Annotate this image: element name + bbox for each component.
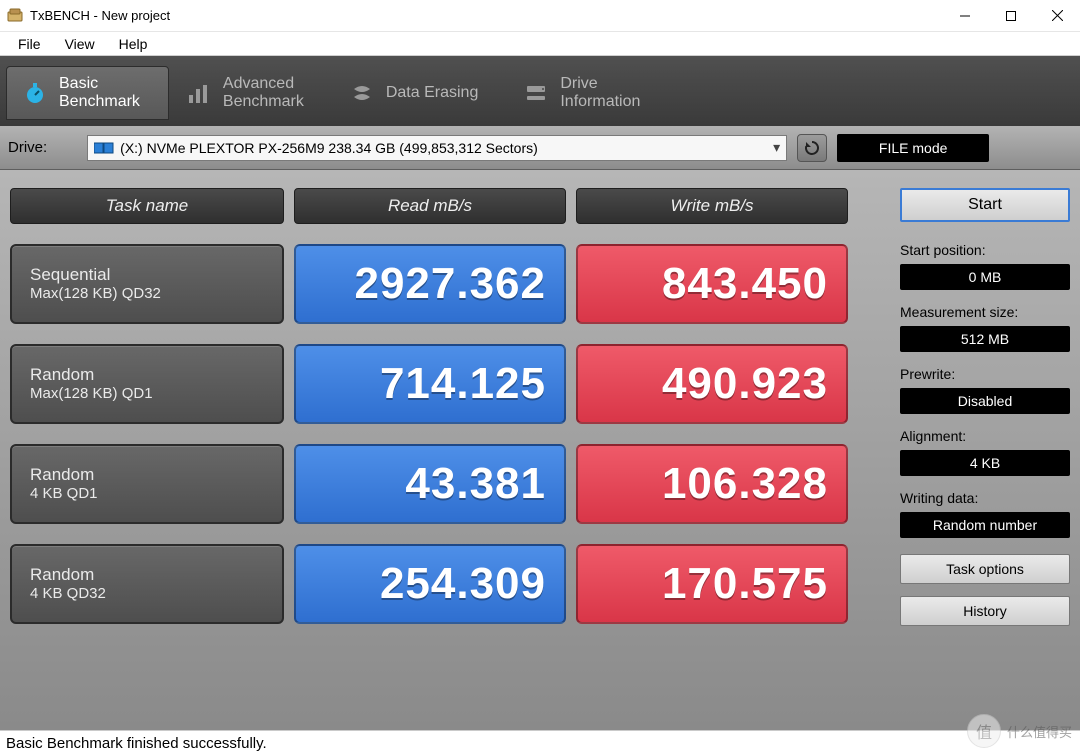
- header-task: Task name: [10, 188, 284, 224]
- watermark-text: 什么值得买: [1007, 722, 1072, 741]
- task-button-random-4kb-qd32[interactable]: Random 4 KB QD32: [10, 544, 284, 624]
- msize-label: Measurement size:: [900, 304, 1070, 320]
- erase-icon: [348, 79, 376, 107]
- tab-label: Data Erasing: [386, 84, 479, 102]
- msize-value[interactable]: 512 MB: [900, 326, 1070, 352]
- filemode-button[interactable]: FILE mode: [837, 134, 989, 162]
- result-row: Random Max(128 KB) QD1 714.125 490.923: [10, 344, 886, 424]
- drive-label: Drive:: [8, 139, 47, 156]
- write-value: 490.923: [576, 344, 848, 424]
- menu-view[interactable]: View: [53, 36, 107, 52]
- window-title: TxBENCH - New project: [30, 8, 942, 23]
- tab-basic-benchmark[interactable]: BasicBenchmark: [6, 66, 169, 120]
- history-button[interactable]: History: [900, 596, 1070, 626]
- watermark-icon: 值: [967, 714, 1001, 748]
- drive-icon: [522, 79, 550, 107]
- chevron-down-icon: ▾: [773, 139, 780, 156]
- menu-file[interactable]: File: [6, 36, 53, 52]
- header-read: Read mB/s: [294, 188, 566, 224]
- startpos-value[interactable]: 0 MB: [900, 264, 1070, 290]
- write-value: 106.328: [576, 444, 848, 524]
- task-line2: Max(128 KB) QD1: [30, 385, 264, 404]
- task-line1: Random: [30, 564, 264, 585]
- task-options-button[interactable]: Task options: [900, 554, 1070, 584]
- close-button[interactable]: [1034, 0, 1080, 31]
- read-value: 254.309: [294, 544, 566, 624]
- align-label: Alignment:: [900, 428, 1070, 444]
- wdata-value[interactable]: Random number: [900, 512, 1070, 538]
- task-line2: Max(128 KB) QD32: [30, 285, 264, 304]
- menu-help[interactable]: Help: [107, 36, 160, 52]
- write-value: 170.575: [576, 544, 848, 624]
- task-line1: Random: [30, 464, 264, 485]
- result-row: Random 4 KB QD32 254.309 170.575: [10, 544, 886, 624]
- tab-label: Advanced: [223, 75, 304, 93]
- window-buttons: [942, 0, 1080, 31]
- start-button[interactable]: Start: [900, 188, 1070, 222]
- write-value: 843.450: [576, 244, 848, 324]
- main-panel: Task name Read mB/s Write mB/s Sequentia…: [0, 170, 1080, 730]
- header-write: Write mB/s: [576, 188, 848, 224]
- task-button-random-128kb-qd1[interactable]: Random Max(128 KB) QD1: [10, 344, 284, 424]
- startpos-label: Start position:: [900, 242, 1070, 258]
- status-text: Basic Benchmark finished successfully.: [6, 735, 267, 752]
- minimize-button[interactable]: [942, 0, 988, 31]
- sidebar: Start Start position: 0 MB Measurement s…: [900, 188, 1070, 730]
- bars-icon: [185, 79, 213, 107]
- prewrite-value[interactable]: Disabled: [900, 388, 1070, 414]
- results-grid: Task name Read mB/s Write mB/s Sequentia…: [10, 188, 886, 730]
- task-line2: 4 KB QD32: [30, 585, 264, 604]
- task-line1: Random: [30, 364, 264, 385]
- align-value[interactable]: 4 KB: [900, 450, 1070, 476]
- tabstrip: BasicBenchmark AdvancedBenchmark Data Er…: [0, 56, 1080, 126]
- tab-label: Drive: [560, 75, 640, 93]
- tab-data-erasing[interactable]: Data Erasing: [334, 66, 507, 120]
- read-value: 2927.362: [294, 244, 566, 324]
- reload-button[interactable]: [797, 134, 827, 162]
- task-button-random-4kb-qd1[interactable]: Random 4 KB QD1: [10, 444, 284, 524]
- wdata-label: Writing data:: [900, 490, 1070, 506]
- status-bar: Basic Benchmark finished successfully.: [0, 730, 1080, 756]
- drive-bar: Drive: (X:) NVMe PLEXTOR PX-256M9 238.34…: [0, 126, 1080, 170]
- task-line1: Sequential: [30, 264, 264, 285]
- maximize-button[interactable]: [988, 0, 1034, 31]
- stopwatch-icon: [21, 79, 49, 107]
- prewrite-label: Prewrite:: [900, 366, 1070, 382]
- tab-advanced-benchmark[interactable]: AdvancedBenchmark: [171, 66, 332, 120]
- titlebar: TxBENCH - New project: [0, 0, 1080, 32]
- tab-label: Benchmark: [223, 93, 304, 111]
- result-row: Random 4 KB QD1 43.381 106.328: [10, 444, 886, 524]
- tab-drive-information[interactable]: DriveInformation: [508, 66, 668, 120]
- task-button-sequential-qd32[interactable]: Sequential Max(128 KB) QD32: [10, 244, 284, 324]
- tab-label: Basic: [59, 75, 140, 93]
- read-value: 43.381: [294, 444, 566, 524]
- drive-selected-text: (X:) NVMe PLEXTOR PX-256M9 238.34 GB (49…: [120, 140, 538, 156]
- read-value: 714.125: [294, 344, 566, 424]
- result-row: Sequential Max(128 KB) QD32 2927.362 843…: [10, 244, 886, 324]
- task-line2: 4 KB QD1: [30, 485, 264, 504]
- watermark: 值 什么值得买: [959, 710, 1080, 752]
- header-row: Task name Read mB/s Write mB/s: [10, 188, 886, 224]
- tab-label: Information: [560, 93, 640, 111]
- menubar: File View Help: [0, 32, 1080, 56]
- disk-icon: [94, 141, 114, 155]
- app-icon: [6, 7, 24, 25]
- drive-select[interactable]: (X:) NVMe PLEXTOR PX-256M9 238.34 GB (49…: [87, 135, 787, 161]
- tab-label: Benchmark: [59, 93, 140, 111]
